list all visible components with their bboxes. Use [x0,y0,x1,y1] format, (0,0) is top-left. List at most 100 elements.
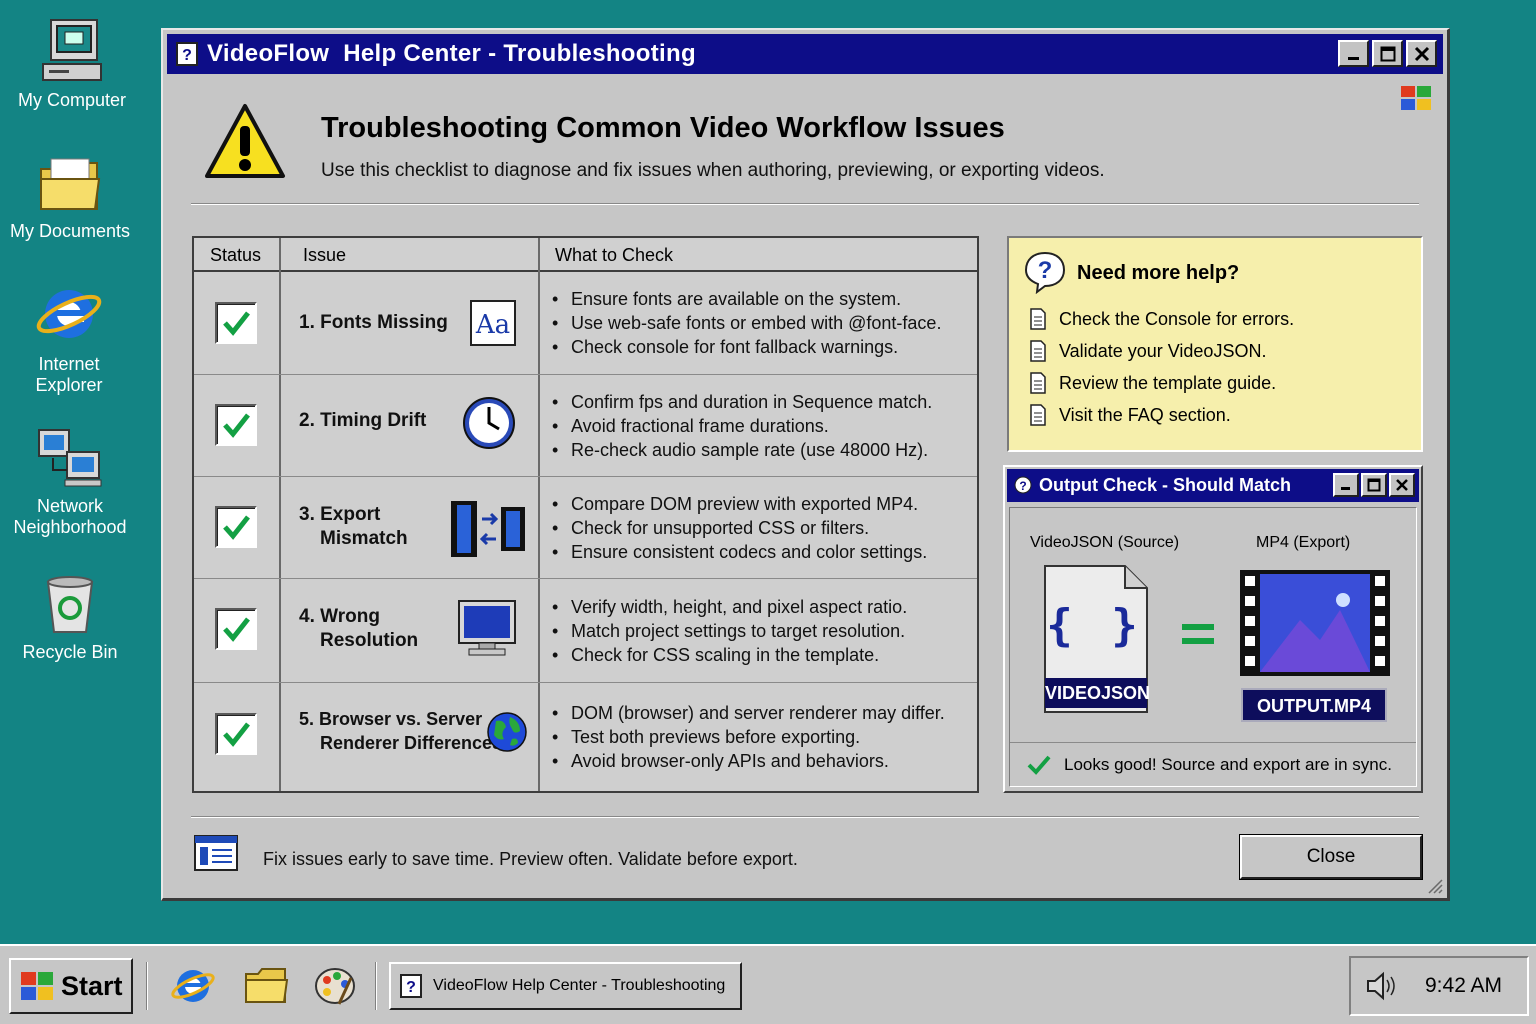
footer-divider [191,816,1419,818]
check-item: Test both previews before exporting. [552,725,945,749]
json-braces: { } [1046,600,1144,651]
check-list: Ensure fonts are available on the system… [552,287,941,359]
internet-explorer-icon[interactable] [170,964,216,1008]
checkmark-icon [223,617,250,642]
start-button[interactable]: Start [9,958,133,1014]
svg-text:?: ? [406,979,416,996]
minimize-button[interactable] [1338,40,1369,67]
header-divider [191,203,1419,205]
resize-grip-icon[interactable] [1425,876,1443,894]
check-item: DOM (browser) and server renderer may di… [552,701,945,725]
equals-icon [1182,624,1214,644]
check-list: Confirm fps and duration in Sequence mat… [552,390,932,462]
maximize-button[interactable] [1361,473,1387,497]
checkmark-icon [1027,755,1051,775]
document-icon [1030,404,1046,426]
minimize-icon [1347,56,1359,60]
minimize-icon [1341,487,1350,490]
window-title: VideoFlow Help Center - Troubleshooting [207,40,696,67]
video-film-icon [1240,570,1390,676]
output-check-titlebar[interactable]: ? Output Check - Should Match [1007,469,1419,502]
close-window-button[interactable] [1406,40,1437,67]
check-item: Compare DOM preview with exported MP4. [552,492,927,516]
windows-logo-icon [21,972,53,1000]
page-header: Troubleshooting Common Video Workflow Is… [193,90,1417,205]
sync-status-text: Looks good! Source and export are in syn… [1064,754,1392,774]
help-bubble-icon: ? [1014,476,1032,493]
check-item: Avoid browser-only APIs and behaviors. [552,749,945,773]
desktop-icon-label: Recycle Bin [22,642,118,662]
output-check-title: Output Check - Should Match [1039,475,1291,495]
desktop-icon-label: Network Neighborhood [13,496,127,537]
close-button[interactable]: Close [1240,835,1422,879]
desktop-icon-label: Internet Explorer [35,354,103,395]
issue-title: 2. Timing Drift [299,410,427,431]
taskbar-window-button[interactable]: ? VideoFlow Help Center - Troubleshootin… [389,962,742,1010]
speaker-icon[interactable] [1365,970,1399,1002]
clock[interactable]: 9:42 AM [1425,974,1502,998]
status-checkbox[interactable] [215,608,257,650]
start-label: Start [61,970,123,1001]
window-titlebar[interactable]: ? VideoFlow Help Center - Troubleshootin… [167,34,1443,74]
check-item: Match project settings to target resolut… [552,619,907,643]
status-checkbox[interactable] [215,404,257,446]
issue-title: 5. Browser vs. Server Renderer Differenc… [299,707,502,755]
status-checkbox[interactable] [215,302,257,344]
output-check-window: ? Output Check - Should Match VideoJSON … [1003,465,1423,793]
question-bubble-icon: ? [1024,251,1066,294]
desktop-icon-network-neighborhood[interactable]: Network Neighborhood [5,426,135,538]
maximize-button[interactable] [1372,40,1403,67]
paint-palette-icon[interactable] [313,964,357,1006]
desktop-icon-recycle-bin[interactable]: Recycle Bin [5,574,135,663]
help-link[interactable]: Validate your VideoJSON. [1029,340,1266,362]
source-label: VideoJSON (Source) [1030,534,1180,551]
help-link[interactable]: Visit the FAQ section. [1029,404,1231,426]
film-compare-icon [451,501,525,557]
close-window-button[interactable] [1389,473,1415,497]
table-header: Status Issue What to Check [194,238,977,272]
help-link[interactable]: Check the Console for errors. [1029,308,1294,330]
table-row: 3. Export Mismatch Compare DOM preview w… [194,477,977,579]
system-tray: 9:42 AM [1349,956,1529,1016]
checkmark-icon [223,515,250,540]
clock-icon [463,397,515,449]
help-link-label: Visit the FAQ section. [1059,404,1231,425]
help-link-label: Check the Console for errors. [1059,308,1295,329]
svg-text:?: ? [1019,479,1026,493]
document-icon [1030,340,1046,362]
taskbar-separator [146,962,148,1010]
help-link[interactable]: Review the template guide. [1029,372,1276,394]
checklist-icon [194,835,238,871]
desktop-icon-label: My Documents [9,221,131,241]
check-list: Verify width, height, and pixel aspect r… [552,595,907,667]
table-row: 4. Wrong Resolution Verify width, height… [194,579,977,683]
desktop-icon-internet-explorer[interactable]: Internet Explorer [4,280,134,396]
internet-explorer-icon [36,290,102,338]
status-checkbox[interactable] [215,713,257,755]
desktop-icon-my-computer[interactable]: My Computer [7,18,137,111]
issue-title-line: 4. Wrong [299,606,380,627]
close-icon [1414,46,1429,61]
minimize-button[interactable] [1333,473,1359,497]
monitor-icon [458,600,516,656]
svg-text:?: ? [182,47,192,64]
issue-title-line: 5. Browser vs. Server [299,709,483,729]
issue-title: 3. Export Mismatch [299,503,408,551]
help-file-icon: ? [176,42,198,66]
folder-icon[interactable] [243,966,289,1006]
desktop-icon-my-documents[interactable]: My Documents [5,155,135,242]
document-icon [1030,372,1046,394]
check-item: Verify width, height, and pixel aspect r… [552,595,907,619]
checkmark-icon [223,722,250,747]
check-list: Compare DOM preview with exported MP4. C… [552,492,927,564]
check-item: Check for CSS scaling in the template. [552,643,907,667]
issue-title: 4. Wrong Resolution [299,605,418,653]
sync-status: Looks good! Source and export are in syn… [1010,742,1416,786]
check-item: Confirm fps and duration in Sequence mat… [552,390,932,414]
maximize-icon [1367,478,1381,492]
check-item: Ensure fonts are available on the system… [552,287,941,311]
page-subtitle: Use this checklist to diagnose and fix i… [321,160,1105,181]
checkmark-icon [223,311,250,336]
status-checkbox[interactable] [215,506,257,548]
check-item: Avoid fractional frame durations. [552,414,932,438]
